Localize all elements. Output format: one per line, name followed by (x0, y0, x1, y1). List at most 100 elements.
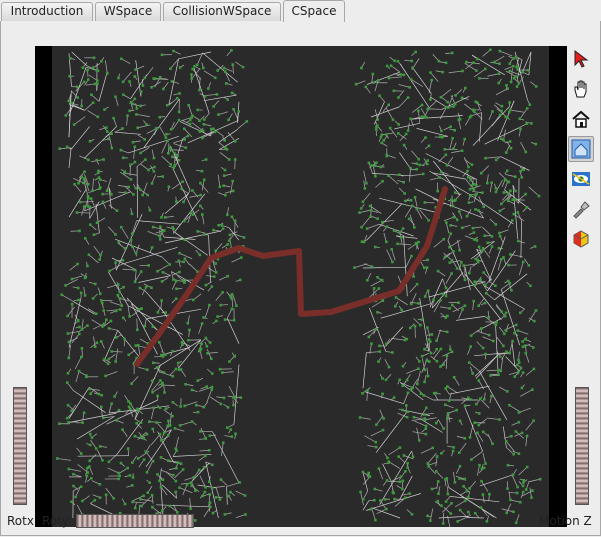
roadmap-node (90, 436, 94, 439)
roadmap-node (484, 156, 487, 160)
roadmap-node (161, 381, 164, 385)
roadmap-node (201, 129, 205, 133)
roadmap-node (426, 462, 430, 465)
roadmap-node (392, 396, 396, 399)
roadmap-node (241, 65, 245, 69)
roadmap-node (391, 118, 395, 121)
roadmap-node (502, 344, 505, 348)
roadmap-node (70, 277, 74, 281)
roadmap-node (79, 200, 82, 204)
roadmap-node (506, 390, 509, 393)
roadmap-node (380, 133, 384, 137)
roadmap-node (81, 499, 84, 503)
roadmap-node (211, 486, 214, 490)
roadmap-node (424, 136, 427, 139)
roadmap-node (222, 184, 225, 187)
roadmap-edge (467, 517, 484, 519)
roadmap-node (167, 419, 170, 423)
roadmap-node (439, 347, 443, 351)
seek-flashlight-button[interactable] (568, 196, 594, 222)
roadmap-node (360, 66, 363, 70)
cspace-viewport[interactable] (35, 46, 567, 527)
roadmap-node (100, 340, 103, 343)
roadmap-node (234, 432, 237, 435)
roadmap-node (169, 163, 172, 166)
tab-collisionwspace[interactable]: CollisionWSpace (163, 2, 281, 21)
roadmap-node (538, 477, 542, 481)
roadmap-node (391, 260, 394, 264)
tab-introduction[interactable]: Introduction (1, 2, 93, 21)
seek-flashlight-icon (573, 201, 590, 219)
roadmap-node (115, 419, 118, 422)
roadmap-node (511, 473, 515, 477)
roadmap-node (114, 261, 117, 264)
roadmap-node (450, 350, 454, 354)
roadmap-node (89, 392, 92, 395)
roadmap-node (104, 374, 107, 378)
roadmap-node (229, 490, 232, 494)
roadmap-node (233, 355, 236, 358)
roadmap-node (226, 243, 229, 246)
view-all-button[interactable] (568, 136, 594, 162)
toggle-projection-button[interactable] (568, 226, 594, 252)
roadmap-node (67, 99, 70, 103)
roadmap-node (375, 128, 378, 131)
rotx-wheel[interactable] (13, 387, 27, 505)
set-view-eye-button[interactable] (568, 166, 594, 192)
roadmap-node (129, 163, 132, 166)
roadmap-node (531, 388, 534, 391)
roadmap-node (503, 332, 506, 336)
roadmap-node (120, 225, 123, 229)
roadmap-node (514, 189, 517, 193)
roadmap-node (228, 233, 232, 237)
roadmap-node (457, 301, 460, 304)
roadmap-node (110, 132, 113, 135)
roadmap-node (410, 254, 413, 258)
roadmap-node (168, 504, 171, 508)
roadmap-node (80, 347, 84, 350)
roadmap-node (79, 291, 83, 295)
roadmap-node (92, 56, 96, 60)
roadmap-node (118, 290, 121, 294)
roadmap-node (115, 336, 118, 339)
roadmap-node (358, 416, 362, 419)
roadmap-node (151, 391, 154, 394)
roadmap-node (441, 70, 444, 74)
roadmap-node (212, 228, 215, 232)
roadmap-node (466, 495, 470, 499)
roadmap-node (423, 347, 426, 351)
roadmap-node (158, 234, 161, 238)
home-view-button[interactable] (568, 106, 594, 132)
roadmap-node (122, 285, 125, 289)
roadmap-node (404, 496, 407, 499)
roadmap-node (88, 443, 92, 447)
tab-cspace[interactable]: CSpace (283, 0, 345, 22)
select-arrow-button[interactable] (568, 46, 594, 72)
roadmap-node (101, 459, 104, 462)
roadmap-node (221, 441, 225, 444)
cspace-scene (35, 46, 567, 527)
roadmap-node (525, 206, 529, 209)
roadmap-node (171, 155, 174, 159)
roty-wheel[interactable] (76, 514, 194, 528)
roadmap-node (475, 402, 478, 406)
tab-wspace[interactable]: WSpace (95, 2, 161, 21)
roadmap-node (426, 289, 430, 293)
roadmap-node (133, 160, 137, 164)
roadmap-node (413, 196, 417, 199)
hand-pan-button[interactable] (568, 76, 594, 102)
roadmap-node (468, 487, 471, 490)
roadmap-node (158, 341, 161, 344)
roadmap-node (537, 194, 541, 198)
roadmap-node (516, 370, 520, 374)
roadmap-node (133, 280, 137, 284)
roadmap-node (467, 361, 471, 364)
roadmap-node (525, 434, 529, 438)
roadmap-node (379, 165, 382, 169)
roadmap-node (519, 127, 522, 131)
roadmap-node (425, 406, 428, 410)
roadmap-node (510, 434, 513, 438)
roadmap-node (142, 437, 145, 440)
roadmap-node (498, 231, 501, 235)
motion-z-wheel[interactable] (575, 387, 589, 505)
